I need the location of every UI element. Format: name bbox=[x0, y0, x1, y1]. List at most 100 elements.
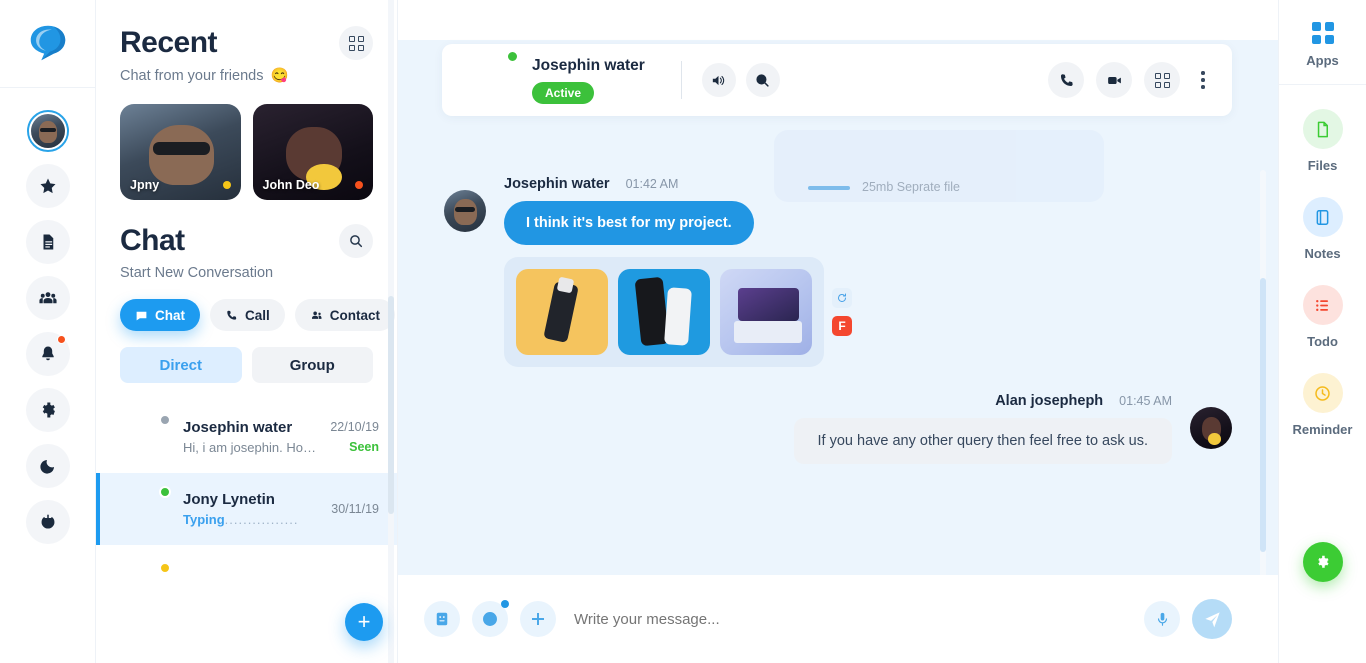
attachment-photo bbox=[618, 269, 710, 355]
tool-item-reminder[interactable]: Reminder bbox=[1293, 373, 1352, 437]
attachment-image[interactable] bbox=[720, 269, 812, 355]
new-chat-fab[interactable]: + bbox=[345, 603, 383, 641]
segment-contact[interactable]: Contact bbox=[294, 299, 396, 331]
apps-label: Apps bbox=[1306, 53, 1339, 68]
message-time: 01:45 AM bbox=[1119, 394, 1172, 408]
recent-grid-view-button[interactable] bbox=[339, 26, 373, 60]
file-text-icon bbox=[43, 234, 53, 250]
message-bubble[interactable]: If you have any other query then feel fr… bbox=[793, 418, 1172, 464]
tool-label-todo: Todo bbox=[1307, 334, 1338, 349]
tool-label-notes: Notes bbox=[1304, 246, 1341, 261]
flag-badge[interactable]: F bbox=[832, 316, 852, 336]
voice-record-button[interactable] bbox=[1144, 601, 1180, 637]
tab-group[interactable]: Group bbox=[251, 347, 373, 383]
conversation-preview: Typing................ bbox=[183, 512, 318, 527]
video-icon bbox=[1107, 76, 1121, 84]
notebook-icon-wrap bbox=[1302, 197, 1343, 237]
conversation-item[interactable]: Josephin water Hi, i am josephin. How ar… bbox=[96, 401, 397, 473]
attachment-image[interactable] bbox=[516, 269, 608, 355]
phone-icon bbox=[227, 310, 237, 320]
sticker-icon bbox=[436, 612, 448, 626]
sidebar-item-favourites[interactable] bbox=[25, 164, 70, 208]
sidebar-scrollbar-thumb[interactable] bbox=[388, 296, 394, 514]
kebab-icon bbox=[1201, 71, 1205, 75]
star-icon bbox=[40, 178, 55, 194]
tab-direct[interactable]: Direct bbox=[120, 347, 242, 383]
emoji-button[interactable] bbox=[472, 600, 509, 637]
message-sender-name: Alan josepheph bbox=[995, 393, 1104, 409]
segment-call[interactable]: Call bbox=[210, 299, 285, 331]
send-button[interactable] bbox=[1192, 599, 1232, 639]
sidebar-item-contacts[interactable] bbox=[25, 276, 70, 320]
message-bubble[interactable]: I think it's best for my project. bbox=[504, 201, 754, 245]
phone-icon bbox=[1060, 73, 1073, 86]
attach-button[interactable] bbox=[520, 601, 556, 637]
chat-section-header: Chat Start New Conversation bbox=[96, 200, 397, 281]
notification-badge bbox=[56, 335, 66, 344]
more-options-button[interactable] bbox=[1192, 67, 1214, 93]
apps-grid-button[interactable] bbox=[1144, 62, 1180, 98]
tool-item-files[interactable]: Files bbox=[1302, 109, 1343, 173]
sidebar-scrollbar[interactable] bbox=[388, 0, 394, 663]
recent-section-header: Recent Chat from your friends 😋 bbox=[96, 0, 397, 84]
recent-card[interactable]: Jpny bbox=[120, 104, 241, 200]
message-input[interactable] bbox=[574, 610, 1132, 628]
sidebar-item-notifications[interactable] bbox=[25, 332, 70, 376]
voice-call-button[interactable] bbox=[1048, 62, 1084, 98]
apps-section[interactable]: Apps bbox=[1279, 0, 1366, 85]
attachment-photo bbox=[720, 269, 812, 355]
image-attachment-group bbox=[504, 257, 824, 367]
emoji-notification-dot bbox=[501, 600, 509, 608]
recent-card[interactable]: John Deo bbox=[252, 104, 373, 200]
avatar[interactable] bbox=[1190, 407, 1232, 449]
settings-fab[interactable] bbox=[1302, 542, 1343, 582]
recent-title: Recent bbox=[120, 26, 218, 59]
resend-button[interactable] bbox=[832, 288, 852, 308]
segment-call-label: Call bbox=[245, 307, 270, 323]
send-icon bbox=[1204, 611, 1220, 627]
bell-icon bbox=[41, 346, 54, 361]
clock-icon-wrap bbox=[1302, 373, 1343, 413]
presence-dot bbox=[159, 562, 171, 574]
chat-subtitle: Start New Conversation bbox=[120, 265, 274, 281]
conversation-name: Jony Lynetin bbox=[183, 491, 275, 508]
avatar[interactable] bbox=[460, 50, 519, 108]
message-scrollbar-thumb[interactable] bbox=[1260, 278, 1266, 552]
tool-item-todo[interactable]: Todo bbox=[1302, 285, 1343, 349]
file-icon bbox=[1317, 121, 1329, 137]
list-icon-wrap bbox=[1302, 285, 1343, 325]
conversation-date: 22/10/19 bbox=[330, 420, 379, 434]
grid-icon bbox=[1154, 72, 1170, 88]
app-logo[interactable] bbox=[0, 0, 95, 88]
volume-button[interactable] bbox=[701, 63, 736, 97]
chat-title: Chat bbox=[120, 224, 185, 257]
sidebar-item-settings[interactable] bbox=[25, 388, 70, 432]
sticker-button[interactable] bbox=[424, 601, 460, 637]
attachment-image[interactable] bbox=[618, 269, 710, 355]
sidebar-item-dark-mode[interactable] bbox=[25, 444, 70, 488]
message-scrollbar[interactable] bbox=[1260, 170, 1266, 575]
header-divider bbox=[680, 61, 682, 99]
conversation-date: 30/11/19 bbox=[331, 502, 379, 516]
winking-face-emoji: 😋 bbox=[270, 68, 289, 84]
profile-avatar[interactable] bbox=[26, 110, 69, 152]
chat-search-button[interactable] bbox=[339, 224, 373, 258]
chat-top-spacer bbox=[398, 0, 1278, 40]
avatar[interactable] bbox=[444, 190, 486, 232]
sidebar-item-documents[interactable] bbox=[25, 220, 70, 264]
video-call-button[interactable] bbox=[1096, 62, 1132, 98]
grid-icon bbox=[348, 35, 364, 51]
chat-sidebar: Recent Chat from your friends 😋 Jpny Joh… bbox=[96, 0, 398, 663]
conversation-status: Seen bbox=[349, 440, 379, 454]
presence-dot bbox=[506, 50, 519, 63]
segment-chat-label: Chat bbox=[155, 307, 185, 323]
message-sender-name: Josephin water bbox=[504, 176, 610, 192]
attachment-photo bbox=[516, 269, 608, 355]
segment-chat[interactable]: Chat bbox=[120, 299, 200, 331]
conversation-item[interactable]: Jony Lynetin Typing................ 30/1… bbox=[96, 473, 397, 545]
tool-item-notes[interactable]: Notes bbox=[1302, 197, 1343, 261]
message-avatar-photo bbox=[1190, 407, 1232, 449]
search-in-chat-button[interactable] bbox=[745, 63, 780, 97]
sidebar-item-logout[interactable] bbox=[25, 500, 70, 544]
chat-bubble-logo-icon bbox=[30, 25, 65, 60]
